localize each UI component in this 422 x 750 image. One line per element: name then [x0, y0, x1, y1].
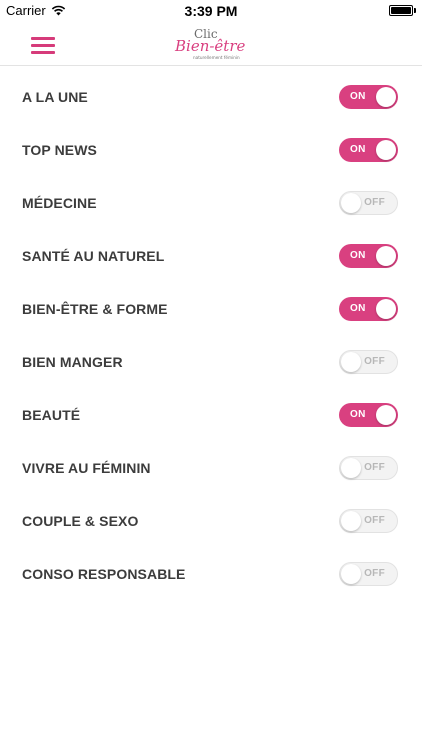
toggle-row: BEAUTÉ ON — [0, 389, 422, 442]
toggle-row: COUPLE & SEXO OFF — [0, 495, 422, 548]
toggle-label: SANTÉ AU NATUREL — [22, 248, 165, 264]
toggle-state-text: OFF — [364, 356, 385, 367]
toggle-knob[interactable] — [376, 246, 396, 266]
toggle-state-text: OFF — [364, 197, 385, 208]
toggle-knob[interactable] — [341, 193, 361, 213]
toggle-knob[interactable] — [376, 299, 396, 319]
toggle-state-text: OFF — [364, 515, 385, 526]
toggle-switch[interactable]: ON — [339, 85, 398, 109]
toggle-state-text: ON — [350, 144, 366, 155]
toggle-state-text: ON — [350, 409, 366, 420]
status-time: 3:39 PM — [184, 3, 238, 19]
toggle-row: A LA UNE ON — [0, 71, 422, 124]
toggle-knob[interactable] — [376, 405, 396, 425]
toggle-label: COUPLE & SEXO — [22, 513, 139, 529]
toggle-label: VIVRE AU FÉMININ — [22, 460, 151, 476]
status-bar: Carrier 3:39 PM — [0, 0, 422, 22]
toggle-state-text: OFF — [364, 462, 385, 473]
hamburger-menu-icon[interactable] — [31, 37, 55, 54]
toggle-row: BIEN-ÊTRE & FORME ON — [0, 283, 422, 336]
toggle-state-text: ON — [350, 250, 366, 261]
toggle-row: MÉDECINE OFF — [0, 177, 422, 230]
toggle-knob[interactable] — [341, 352, 361, 372]
toggle-row: SANTÉ AU NATUREL ON — [0, 230, 422, 283]
toggle-knob[interactable] — [341, 511, 361, 531]
toggle-switch[interactable]: OFF — [339, 191, 398, 215]
toggle-switch[interactable]: ON — [339, 403, 398, 427]
nav-bar: Clic Bien-être naturellement féminin — [0, 22, 422, 66]
toggle-switch[interactable]: OFF — [339, 562, 398, 586]
svg-text:Bien-être: Bien-être — [174, 37, 246, 55]
toggle-label: BIEN-ÊTRE & FORME — [22, 301, 168, 317]
toggle-switch[interactable]: OFF — [339, 509, 398, 533]
battery-icon — [389, 5, 416, 16]
toggle-row: VIVRE AU FÉMININ OFF — [0, 442, 422, 495]
toggle-knob[interactable] — [376, 87, 396, 107]
toggle-switch[interactable]: ON — [339, 138, 398, 162]
toggle-knob[interactable] — [341, 564, 361, 584]
brand-logo[interactable]: Clic Bien-être naturellement féminin — [174, 26, 248, 62]
svg-text:naturellement féminin: naturellement féminin — [193, 55, 240, 60]
toggle-label: BEAUTÉ — [22, 407, 81, 423]
toggle-label: BIEN MANGER — [22, 354, 123, 370]
toggle-label: CONSO RESPONSABLE — [22, 566, 186, 582]
toggle-row: BIEN MANGER OFF — [0, 336, 422, 389]
toggle-label: MÉDECINE — [22, 195, 97, 211]
toggle-list: A LA UNE ON TOP NEWS ON MÉDECINE OFF SANTÉ AU … — [0, 71, 422, 601]
toggle-switch[interactable]: ON — [339, 244, 398, 268]
toggle-knob[interactable] — [376, 140, 396, 160]
toggle-switch[interactable]: OFF — [339, 350, 398, 374]
toggle-state-text: ON — [350, 303, 366, 314]
toggle-state-text: OFF — [364, 568, 385, 579]
toggle-row: TOP NEWS ON — [0, 124, 422, 177]
toggle-label: A LA UNE — [22, 89, 88, 105]
toggle-state-text: ON — [350, 91, 366, 102]
toggle-label: TOP NEWS — [22, 142, 97, 158]
toggle-switch[interactable]: ON — [339, 297, 398, 321]
toggle-row: CONSO RESPONSABLE OFF — [0, 548, 422, 601]
toggle-switch[interactable]: OFF — [339, 456, 398, 480]
toggle-knob[interactable] — [341, 458, 361, 478]
